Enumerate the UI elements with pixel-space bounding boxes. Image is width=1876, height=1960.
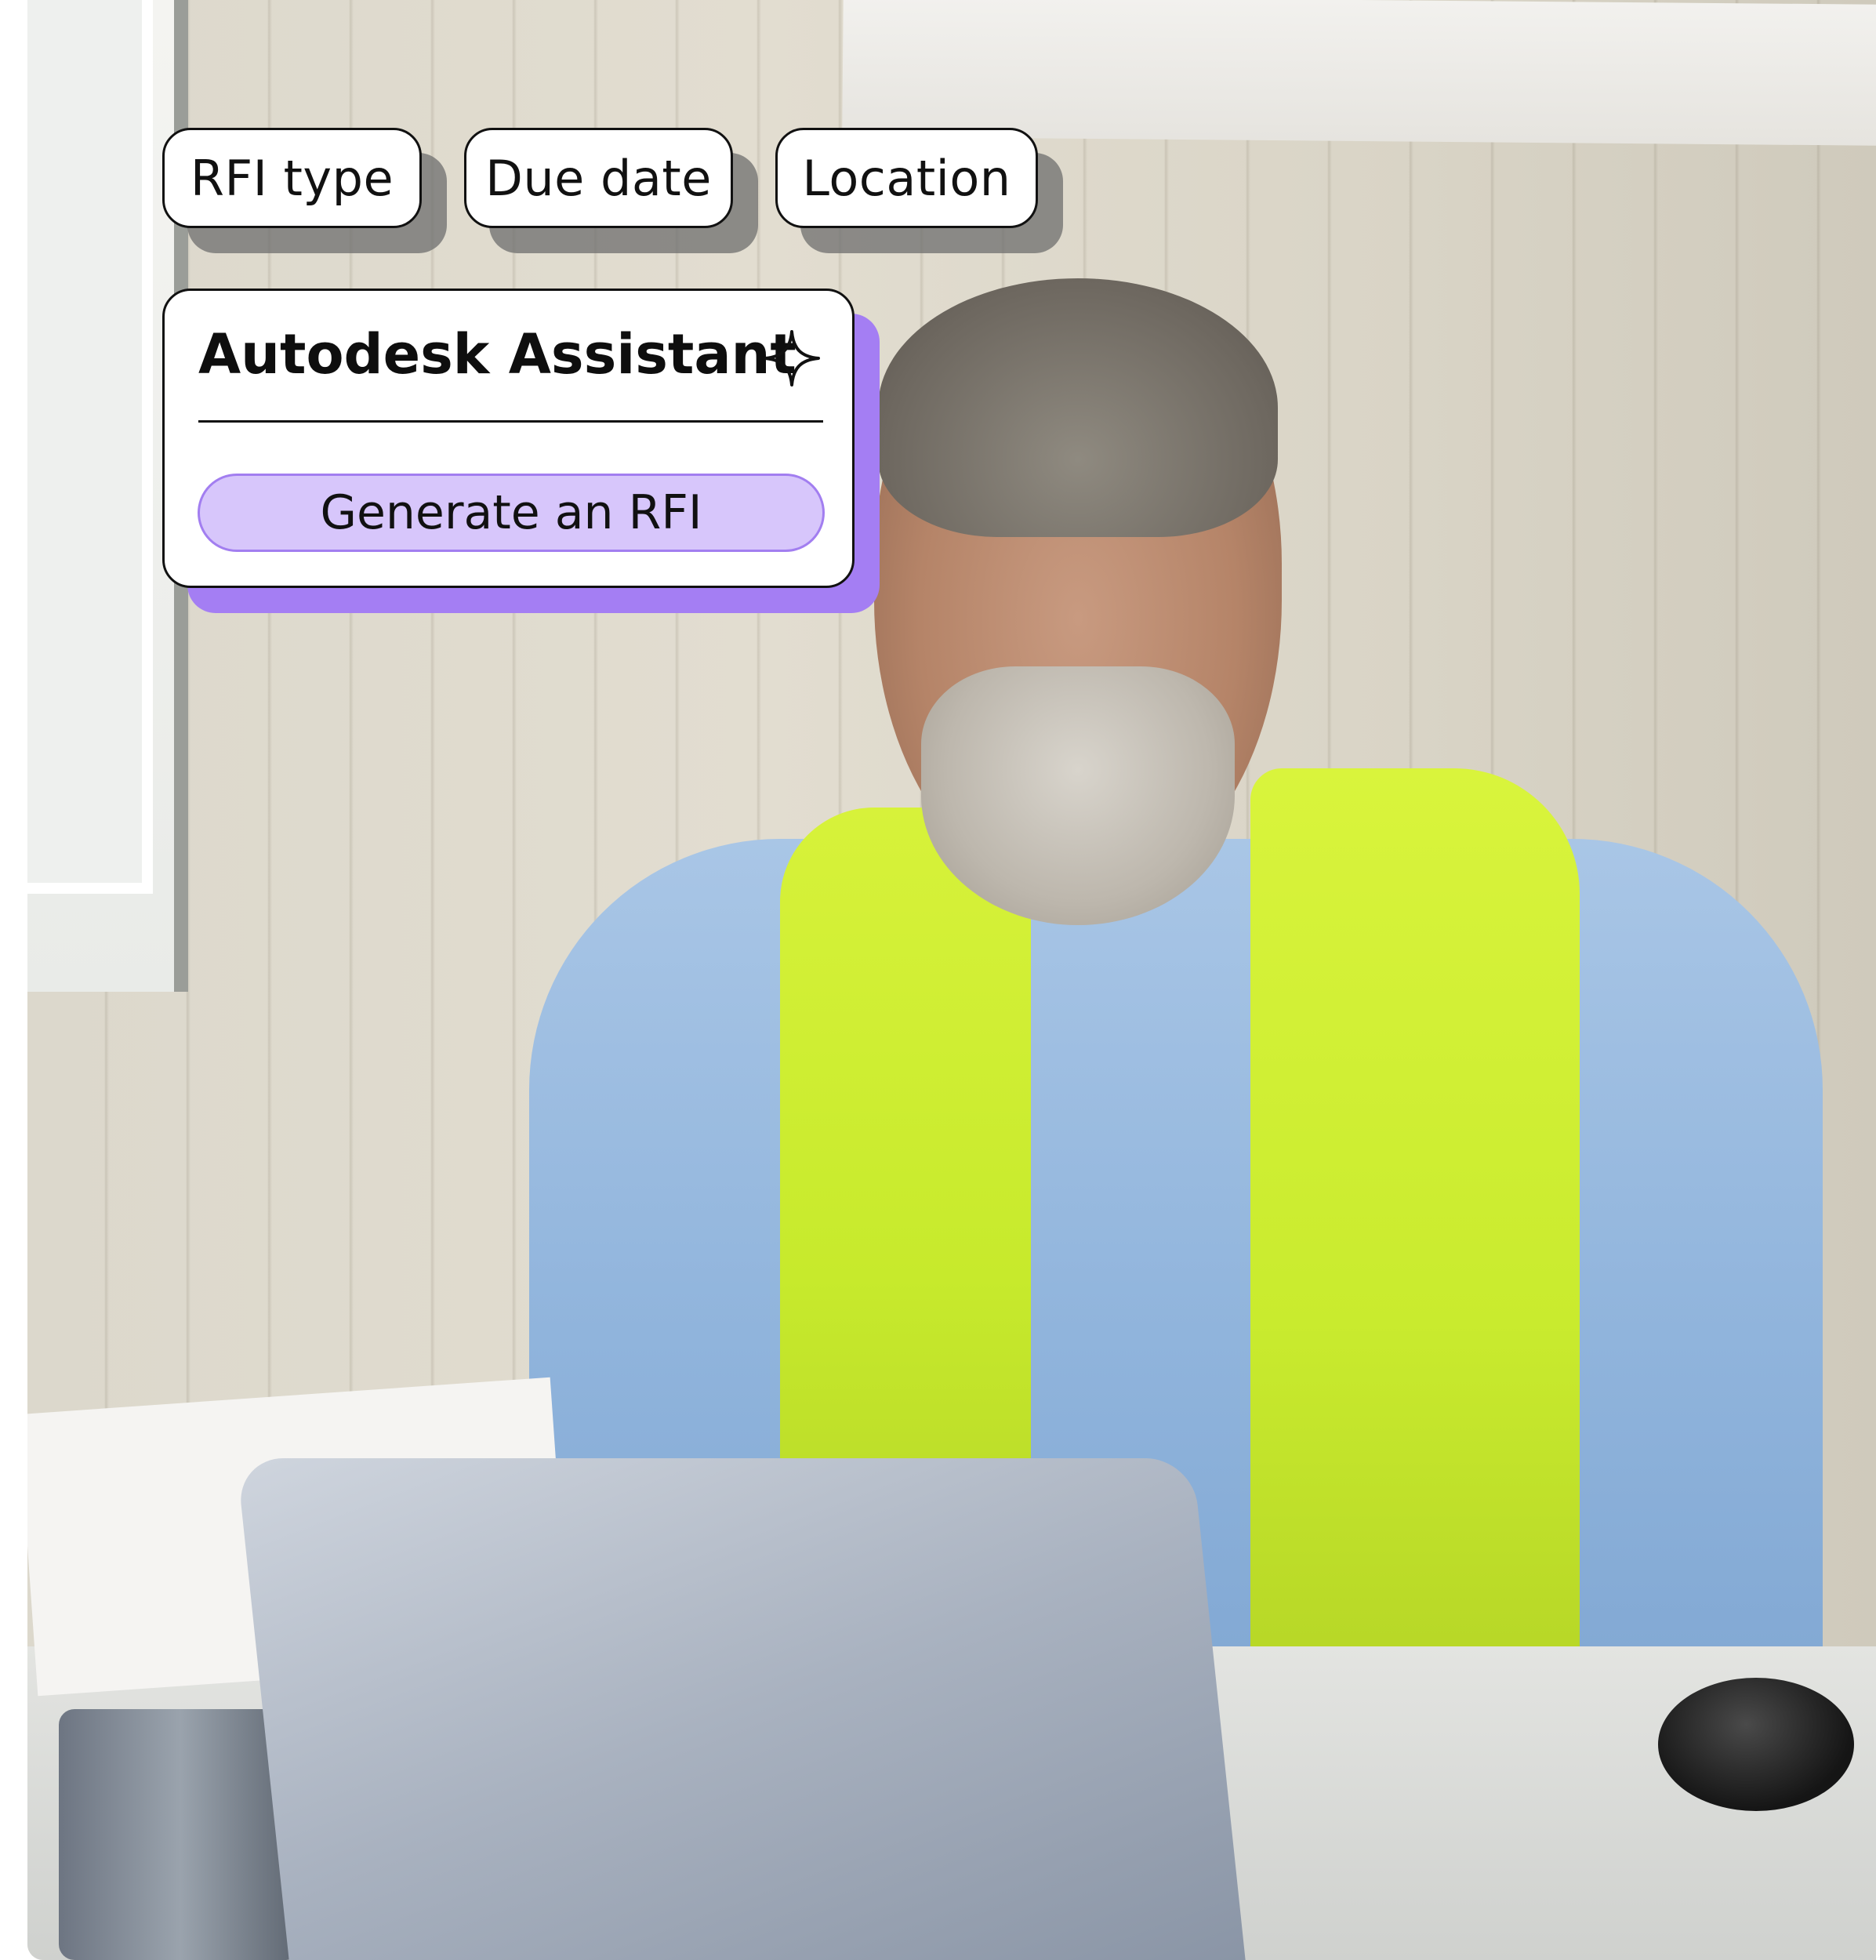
assistant-title: Autodesk Assistant xyxy=(198,322,796,387)
assistant-card: Autodesk Assistant Generate an RFI xyxy=(162,289,855,588)
chip-label: Due date xyxy=(485,149,712,207)
sparkle-icon xyxy=(764,330,820,387)
chip-due-date[interactable]: Due date xyxy=(464,128,733,228)
safety-vest-right xyxy=(1250,768,1580,1693)
generate-rfi-button[interactable]: Generate an RFI xyxy=(198,474,825,552)
card-divider xyxy=(198,420,823,423)
person-beard xyxy=(921,666,1235,925)
person-hair xyxy=(878,278,1278,537)
pen-cup xyxy=(59,1709,302,1960)
chip-rfi-type[interactable]: RFI type xyxy=(162,128,422,228)
generate-rfi-label: Generate an RFI xyxy=(320,485,702,540)
chip-label: Location xyxy=(802,149,1011,207)
computer-mouse xyxy=(1658,1678,1854,1811)
chip-location[interactable]: Location xyxy=(775,128,1038,228)
laptop xyxy=(236,1458,1246,1960)
window-pane xyxy=(27,0,153,894)
wall-poster xyxy=(842,0,1876,146)
chip-label: RFI type xyxy=(190,149,394,207)
